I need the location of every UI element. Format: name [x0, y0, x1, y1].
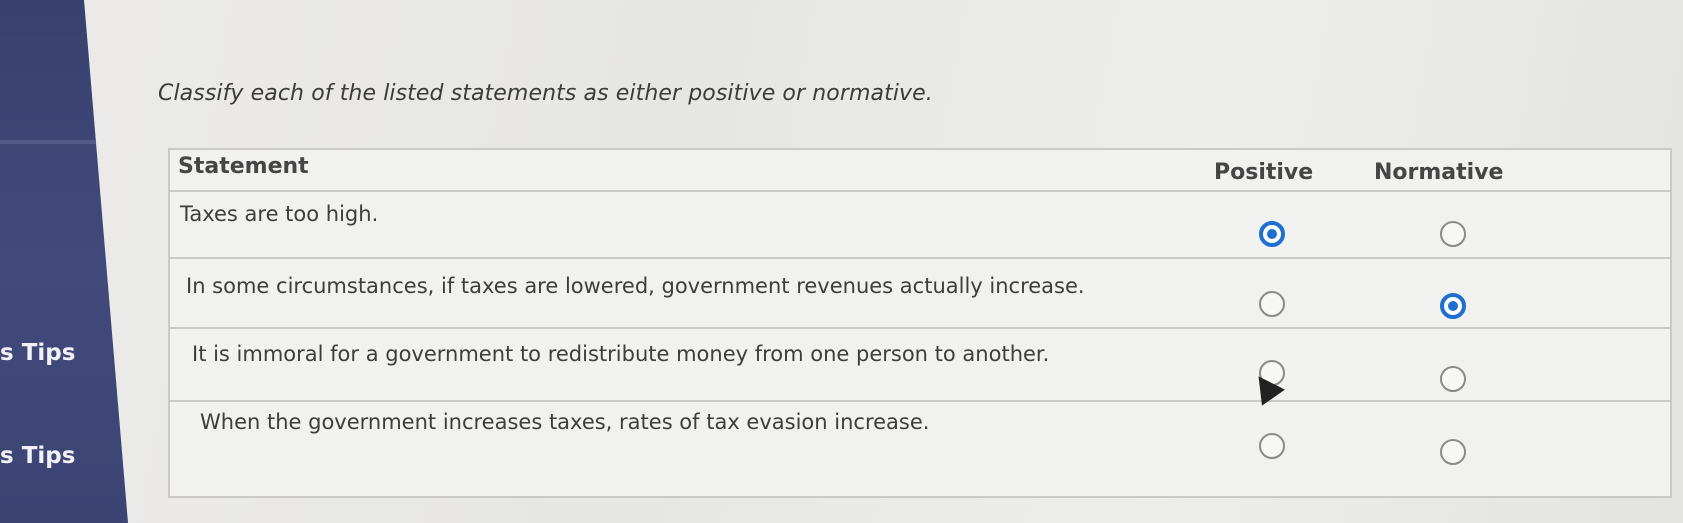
header-divider — [170, 190, 1670, 192]
statement-text: When the government increases taxes, rat… — [200, 410, 930, 434]
column-header-normative: Normative — [1374, 160, 1504, 185]
row-2-normative-radio[interactable] — [1440, 293, 1466, 319]
sidebar-tips-link[interactable]: s Tips — [0, 340, 75, 366]
row-4-normative-radio[interactable] — [1440, 439, 1466, 465]
classification-table: Statement Positive Normative Taxes are t… — [168, 148, 1672, 498]
row-4-positive-radio[interactable] — [1259, 433, 1285, 459]
row-1-positive-radio[interactable] — [1259, 221, 1285, 247]
statement-text: It is immoral for a government to redist… — [192, 342, 1050, 366]
column-header-positive: Positive — [1214, 160, 1314, 185]
statement-text: In some circumstances, if taxes are lowe… — [186, 274, 1085, 298]
row-divider — [170, 400, 1670, 402]
row-1-normative-radio[interactable] — [1440, 221, 1466, 247]
sidebar-tips-link[interactable]: s Tips — [0, 443, 75, 469]
row-divider — [170, 327, 1670, 329]
row-2-positive-radio[interactable] — [1259, 291, 1285, 317]
row-divider — [170, 257, 1670, 259]
question-instruction: Classify each of the listed statements a… — [158, 81, 933, 106]
row-3-normative-radio[interactable] — [1440, 366, 1466, 392]
statement-text: Taxes are too high. — [180, 202, 379, 226]
column-header-statement: Statement — [178, 154, 309, 179]
sidebar-divider — [0, 140, 100, 144]
